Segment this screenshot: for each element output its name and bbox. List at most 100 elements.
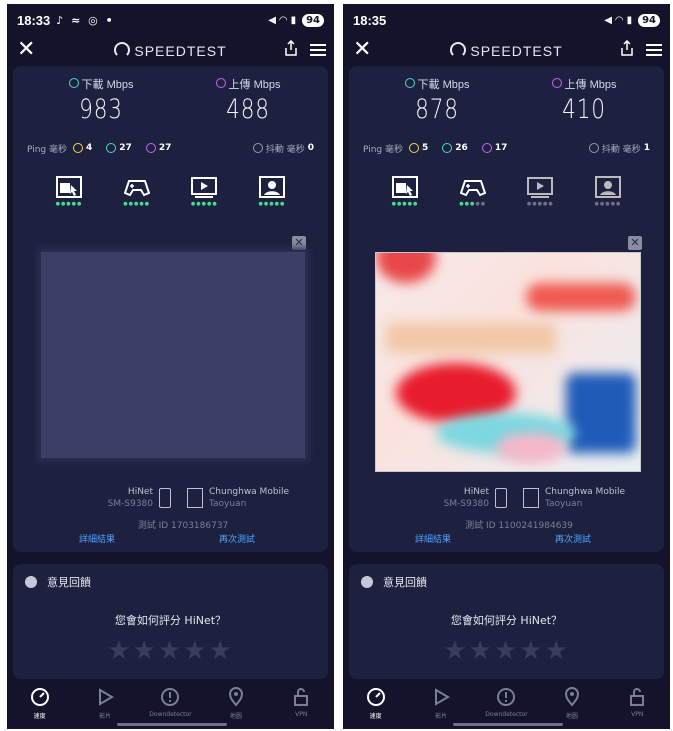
gamepad-icon	[123, 180, 150, 197]
jitter-icon	[252, 143, 263, 153]
ad-close-icon[interactable]: ✕	[628, 236, 642, 250]
nav-speed[interactable]: 速度	[348, 679, 404, 729]
nav-downdetector[interactable]: Downdetector	[142, 679, 198, 729]
server-name: Chunghwa Mobile	[545, 487, 626, 497]
nav-map[interactable]: 地圖	[544, 679, 600, 729]
signal-icon: ◀ ◠ ▮	[268, 14, 297, 26]
isp-info: HiNet SM-S9380	[419, 486, 489, 510]
bottom-nav: 速度 影片 Downdetector 地圖 VPN	[343, 679, 670, 729]
download-metric: 下載 Mbps 878	[367, 76, 507, 125]
lock-icon	[294, 688, 309, 706]
video-call-app[interactable]: ●●●●●	[256, 176, 288, 216]
alert-icon	[161, 688, 180, 706]
top-bar: ✕ SPEEDTEST	[7, 36, 334, 66]
map-pin-icon	[228, 687, 243, 707]
ad-placeholder	[41, 252, 305, 458]
video-call-app[interactable]: ●●●●●	[592, 176, 624, 216]
device-icon	[495, 488, 507, 508]
bottom-nav: 速度 影片 Downdetector 地圖 VPN	[7, 679, 334, 729]
device-model: SM-S9380	[443, 499, 489, 509]
play-video-icon	[191, 177, 218, 198]
phone-screen-left: 18:33 ♪ ≈ ◎ • ◀ ◠ ▮ 94 ✕ SPEEDTEST 下載 Mbp…	[7, 4, 334, 729]
browsing-app[interactable]: ●●●●●	[53, 176, 85, 216]
ad-image[interactable]	[375, 252, 641, 472]
download-icon	[68, 78, 79, 88]
jitter-value: 1	[643, 143, 650, 153]
ad-close-icon[interactable]: ✕	[292, 236, 306, 250]
upload-icon	[215, 78, 226, 88]
nav-vpn[interactable]: VPN	[609, 679, 665, 729]
home-indicator	[453, 723, 563, 726]
rating-stars[interactable]: ★★★★★	[349, 636, 664, 666]
status-time: 18:33	[17, 12, 51, 28]
feedback-icon	[361, 576, 373, 588]
upload-label: 上傳 Mbps	[564, 79, 617, 91]
device-icon	[159, 488, 171, 508]
result-links: 詳細結果 再次測試	[7, 532, 334, 546]
home-indicator	[117, 723, 227, 726]
feedback-title: 意見回饋	[383, 576, 427, 589]
alert-icon	[497, 688, 516, 706]
download-value: 878	[415, 94, 459, 125]
device-model: SM-S9380	[107, 499, 153, 509]
rating-stars[interactable]: ★★★★★	[13, 636, 328, 666]
results-card: 下載 Mbps 983 上傳 Mbps 488 Ping 毫秒 4 27 27 …	[13, 66, 328, 552]
browser-icon	[392, 176, 418, 198]
gaming-app[interactable]: ●●●●●	[121, 176, 153, 216]
server-details: Chunghwa Mobile Taoyuan	[209, 486, 329, 510]
app-performance-row: ●●●●● ●●●●● ●●●●● ●●●●●	[53, 176, 288, 216]
server-city: Taoyuan	[209, 499, 247, 509]
results-card: 下載 Mbps 878 上傳 Mbps 410 Ping 毫秒 5 26 17 …	[349, 66, 664, 552]
nav-video[interactable]: 影片	[77, 679, 133, 729]
video-app[interactable]: ●●●●●	[188, 176, 220, 216]
download-icon	[404, 78, 415, 88]
download-label: 下載 Mbps	[81, 79, 134, 91]
speedometer-icon	[30, 688, 49, 706]
menu-icon[interactable]	[310, 44, 326, 59]
ping-label: Ping 毫秒	[363, 144, 404, 155]
server-icon	[187, 488, 203, 508]
upload-value: 488	[226, 94, 270, 125]
nav-video[interactable]: 影片	[413, 679, 469, 729]
upload-ping-icon	[145, 143, 156, 153]
server-name: Chunghwa Mobile	[209, 487, 290, 497]
speedtest-logo-icon	[114, 42, 131, 58]
share-icon[interactable]	[284, 40, 298, 56]
speedometer-icon	[366, 688, 385, 706]
nav-map[interactable]: 地圖	[208, 679, 264, 729]
feedback-card: 意見回饋 您會如何評分 HiNet？ ★★★★★	[13, 564, 328, 679]
phone-screen-right: 18:35 ◀ ◠ ▮ 94 ✕ SPEEDTEST 下載 Mbps 878 上傳…	[343, 4, 670, 729]
video-app[interactable]: ●●●●●	[524, 176, 556, 216]
server-icon	[523, 488, 539, 508]
upload-ping-value: 17	[494, 143, 508, 153]
notification-icons: ♪ ≈ ◎ •	[56, 13, 115, 27]
result-id: 測試 ID 1703186737	[137, 521, 229, 531]
share-icon[interactable]	[620, 40, 634, 56]
browsing-app[interactable]: ●●●●●	[389, 176, 421, 216]
ping-label: Ping 毫秒	[27, 144, 68, 155]
nav-vpn[interactable]: VPN	[273, 679, 329, 729]
retest-link[interactable]: 再次測試	[555, 532, 591, 545]
download-label: 下載 Mbps	[417, 79, 470, 91]
play-icon	[99, 688, 115, 706]
details-link[interactable]: 詳細結果	[79, 532, 115, 545]
details-link[interactable]: 詳細結果	[415, 532, 451, 545]
lock-icon	[630, 688, 645, 706]
jitter-value: 0	[307, 143, 314, 153]
download-ping-value: 27	[119, 143, 132, 153]
status-time: 18:35	[353, 12, 387, 28]
video-call-icon	[594, 176, 621, 198]
rating-question: 您會如何評分 HiNet？	[114, 614, 227, 627]
menu-icon[interactable]	[646, 44, 662, 59]
retest-link[interactable]: 再次測試	[219, 532, 255, 545]
result-links: 詳細結果 再次測試	[343, 532, 670, 546]
jitter-label: 抖動 毫秒	[265, 144, 305, 155]
map-pin-icon	[564, 687, 579, 707]
battery-badge: 94	[638, 13, 660, 27]
ping-row: Ping 毫秒 5 26 17 抖動 毫秒 1	[363, 140, 650, 156]
nav-speed[interactable]: 速度	[12, 679, 68, 729]
play-icon	[435, 688, 451, 706]
gaming-app[interactable]: ●●●●●	[457, 176, 489, 216]
nav-downdetector[interactable]: Downdetector	[478, 679, 534, 729]
upload-metric: 上傳 Mbps 488	[178, 76, 318, 125]
